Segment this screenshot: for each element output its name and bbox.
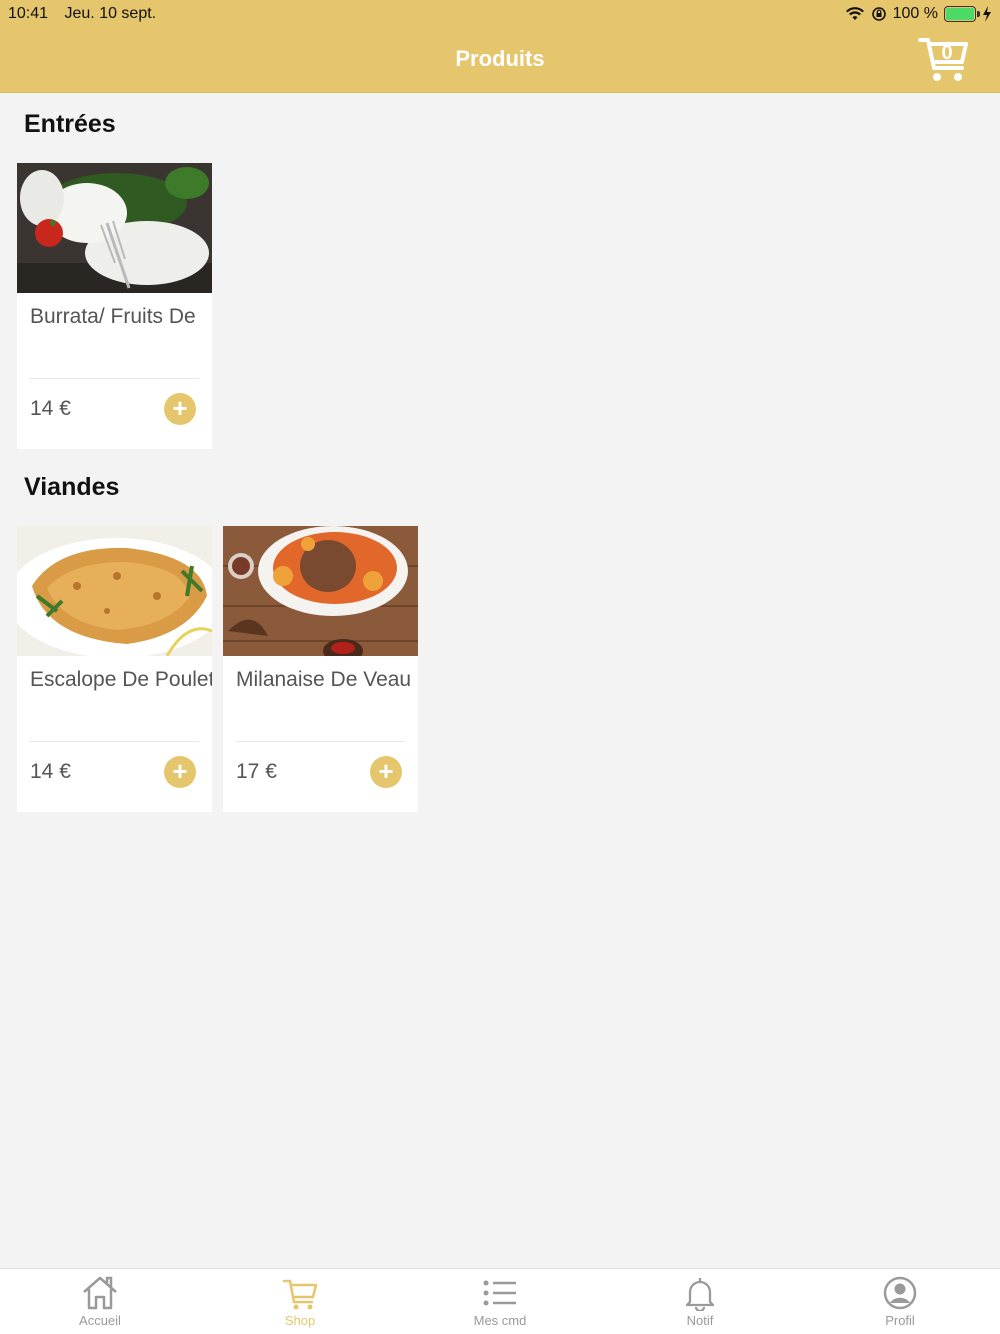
page-title: Produits xyxy=(455,46,545,71)
card-divider xyxy=(30,741,199,742)
product-name: Milanaise De Veau xyxy=(236,668,412,691)
app-header: 10:41 Jeu. 10 sept. 100 % Produits 0 xyxy=(0,0,1000,93)
battery-percent: 100 % xyxy=(892,5,938,22)
status-time: 10:41 xyxy=(8,5,49,22)
section-title-viandes: Viandes xyxy=(24,473,120,501)
bottom-tab-bar: Accueil Shop Mes cmd Notif Profil xyxy=(0,1268,1000,1334)
product-name: Escalope De Poulet xyxy=(30,668,212,691)
orientation-lock-icon xyxy=(871,7,886,21)
wifi-icon xyxy=(845,7,864,20)
card-divider xyxy=(236,741,405,742)
product-card[interactable]: Burrata/ Fruits De 14 € + xyxy=(17,163,212,449)
tab-label: Notif xyxy=(686,1313,714,1328)
add-to-cart-button[interactable]: + xyxy=(370,756,402,788)
product-card[interactable]: Milanaise De Veau 17 € + xyxy=(223,526,418,812)
product-card[interactable]: Escalope De Poulet 14 € + xyxy=(17,526,212,812)
tab-label: Profil xyxy=(885,1313,915,1328)
cart-button[interactable]: 0 xyxy=(918,36,970,84)
add-to-cart-button[interactable]: + xyxy=(164,393,196,425)
product-image-burrata xyxy=(17,163,212,293)
product-price: 17 € xyxy=(236,760,277,783)
tab-notif[interactable]: Notif xyxy=(600,1269,800,1334)
add-to-cart-button[interactable]: + xyxy=(164,756,196,788)
cart-count-badge: 0 xyxy=(941,42,953,64)
home-icon xyxy=(83,1276,117,1310)
bell-icon xyxy=(685,1278,715,1311)
charging-icon xyxy=(983,6,991,22)
product-image-milanaise xyxy=(223,526,418,656)
section-title-entrees: Entrées xyxy=(24,110,116,138)
tab-profil[interactable]: Profil xyxy=(800,1269,1000,1334)
tab-mes-cmd[interactable]: Mes cmd xyxy=(400,1269,600,1334)
card-divider xyxy=(30,378,199,379)
list-icon xyxy=(483,1280,516,1306)
tab-accueil[interactable]: Accueil xyxy=(0,1269,200,1334)
status-bar: 10:41 Jeu. 10 sept. 100 % xyxy=(8,4,992,24)
product-price: 14 € xyxy=(30,760,71,783)
battery-icon xyxy=(944,6,980,22)
tab-label: Accueil xyxy=(79,1313,121,1328)
tab-label: Shop xyxy=(284,1313,316,1328)
product-name: Burrata/ Fruits De xyxy=(30,305,196,328)
product-image-escalope xyxy=(17,526,212,656)
product-price: 14 € xyxy=(30,397,71,420)
cart-icon xyxy=(282,1279,318,1310)
tab-shop[interactable]: Shop xyxy=(200,1269,400,1334)
profile-icon xyxy=(883,1276,917,1310)
status-date: Jeu. 10 sept. xyxy=(64,5,157,22)
tab-label: Mes cmd xyxy=(473,1313,527,1328)
